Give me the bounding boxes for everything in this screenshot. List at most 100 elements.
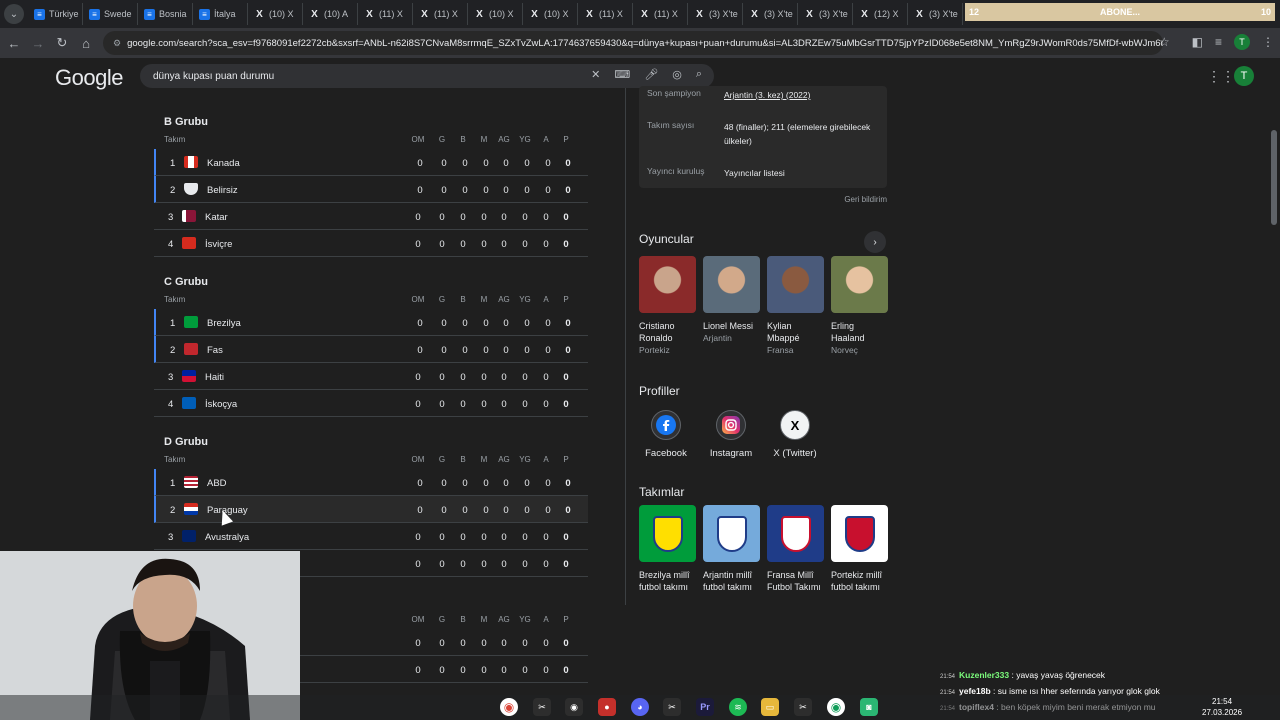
team-name[interactable]: İskoçya: [205, 399, 237, 410]
stat-yg: 0: [522, 239, 528, 250]
standings-header: Takım OM G B M AG YG A P: [154, 455, 588, 469]
info-value[interactable]: Arjantin (3. kez) (2022): [724, 88, 874, 102]
clear-icon[interactable]: ✕: [591, 68, 600, 81]
forward-arrow-icon[interactable]: →: [26, 36, 50, 51]
info-value[interactable]: Yayıncılar listesi: [724, 166, 874, 180]
standings-row[interactable]: 3 Haiti 0 0 0 0 0 0 0 0: [154, 363, 588, 390]
stat-m: 0: [481, 239, 487, 250]
browser-tab[interactable]: X (3) X'te: [798, 3, 853, 25]
stat-b: 0: [462, 185, 468, 196]
browser-tab[interactable]: X (11) X: [633, 3, 688, 25]
team-name[interactable]: Brezilya: [207, 318, 241, 329]
browser-tab[interactable]: ≡ Türkiye: [28, 3, 83, 25]
media-app-icon[interactable]: ●: [598, 698, 616, 716]
player-card[interactable]: Lionel Messi Arjantin: [703, 256, 760, 343]
standings-row[interactable]: 1 ABD 0 0 0 0 0 0 0 0: [154, 469, 588, 496]
team-name[interactable]: Haiti: [205, 372, 224, 383]
system-clock[interactable]: 21:54 27.03.2026: [1202, 696, 1242, 718]
profiles-title: Profiller: [639, 384, 680, 398]
standings-row[interactable]: 4 İsviçre 0 0 0 0 0 0 0 0: [154, 230, 588, 257]
search-query: dünya kupası puan durumu: [153, 70, 275, 82]
team-name[interactable]: Katar: [205, 212, 228, 223]
extensions-icon[interactable]: ◧: [1192, 35, 1203, 49]
spotify-icon[interactable]: ≋: [729, 698, 747, 716]
microphone-icon[interactable]: 🎤︎: [644, 68, 658, 81]
player-card[interactable]: Erling Haaland Norveç: [831, 256, 888, 355]
browser-tab[interactable]: ≡ İtalya: [193, 3, 248, 25]
address-bar[interactable]: ⚙ google.com/search?sca_esv=f9768091ef22…: [103, 31, 1163, 55]
standings-row[interactable]: 1 Brezilya 0 0 0 0 0 0 0 0: [154, 309, 588, 336]
chrome-icon[interactable]: ◉: [500, 698, 518, 716]
stat-a: 0: [545, 158, 551, 169]
browser-menu-icon[interactable]: ⋮: [1262, 35, 1274, 49]
browser-tab[interactable]: X (11) X: [578, 3, 633, 25]
player-card[interactable]: Kylian Mbappé Fransa: [767, 256, 824, 355]
chrome-active-icon[interactable]: ◉: [827, 698, 845, 716]
discord-icon[interactable]: ◕: [631, 698, 649, 716]
browser-tab[interactable]: X (10) X: [468, 3, 523, 25]
search-icon[interactable]: ⌕: [696, 68, 702, 81]
site-info-icon[interactable]: ⚙: [113, 38, 121, 49]
standings-row[interactable]: 2 Belirsiz 0 0 0 0 0 0 0 0: [154, 176, 588, 203]
keyboard-icon[interactable]: ⌨: [614, 68, 630, 81]
standings-row[interactable]: 3 Katar 0 0 0 0 0 0 0 0: [154, 203, 588, 230]
browser-tab[interactable]: X (3) X'te: [908, 3, 963, 25]
instagram-profile-link[interactable]: Instagram: [701, 410, 761, 459]
chevron-right-icon[interactable]: ›: [864, 231, 886, 253]
file-explorer-icon[interactable]: ▭: [761, 698, 779, 716]
players-title[interactable]: Oyuncular: [639, 232, 694, 246]
team-flag-icon: [184, 476, 198, 488]
google-account-avatar[interactable]: T: [1234, 66, 1254, 86]
premiere-icon[interactable]: Pr: [696, 698, 714, 716]
tab-search-icon[interactable]: ⌄: [4, 4, 24, 24]
google-logo[interactable]: Google: [55, 65, 123, 91]
standings-row[interactable]: 3 Avustralya 0 0 0 0 0 0 0 0: [154, 523, 588, 550]
feedback-link[interactable]: Geri bildirim: [844, 195, 887, 204]
standings-row[interactable]: 2 Fas 0 0 0 0 0 0 0 0: [154, 336, 588, 363]
player-card[interactable]: Cristiano Ronaldo Portekiz: [639, 256, 696, 355]
media-control-icon[interactable]: ≡: [1215, 35, 1222, 49]
browser-tab[interactable]: X (11) X: [358, 3, 413, 25]
obs-icon[interactable]: ◉: [565, 698, 583, 716]
browser-tab[interactable]: X (10) X: [248, 3, 303, 25]
home-icon[interactable]: ⌂: [74, 36, 98, 51]
team-card[interactable]: Brezilya millî futbol takımı: [639, 505, 696, 593]
team-name[interactable]: Fas: [207, 345, 223, 356]
team-column-header: Takım: [164, 455, 186, 464]
facebook-profile-link[interactable]: Facebook: [636, 410, 696, 459]
browser-tab[interactable]: X (12) X: [853, 3, 908, 25]
stat-yg: 0: [524, 318, 530, 329]
reload-icon[interactable]: ↻: [50, 35, 74, 51]
capcut-2-icon[interactable]: ✂: [663, 698, 681, 716]
capcut-3-icon[interactable]: ✂: [794, 698, 812, 716]
lens-icon[interactable]: ◎: [672, 68, 682, 81]
team-name[interactable]: Kanada: [207, 158, 240, 169]
browser-tab[interactable]: X (3) X'te: [688, 3, 743, 25]
streamlabs-icon[interactable]: ◙: [860, 698, 878, 716]
team-card[interactable]: Fransa Millî Futbol Takımı: [767, 505, 824, 593]
team-name[interactable]: Avustralya: [205, 532, 249, 543]
browser-tab[interactable]: X (10) X: [523, 3, 578, 25]
team-name[interactable]: ABD: [207, 478, 227, 489]
browser-tab[interactable]: ≡ Swede: [83, 3, 138, 25]
stat-ag: 0: [503, 318, 509, 329]
browser-tab[interactable]: ≡ Bosnia: [138, 3, 193, 25]
bookmark-star-icon[interactable]: ☆: [1159, 35, 1170, 49]
back-arrow-icon[interactable]: ←: [2, 36, 26, 51]
stat-p: 0: [563, 239, 569, 250]
standings-row[interactable]: 1 Kanada 0 0 0 0 0 0 0 0: [154, 149, 588, 176]
team-name[interactable]: Belirsiz: [207, 185, 238, 196]
page-scrollbar[interactable]: [1271, 130, 1277, 225]
capcut-icon[interactable]: ✂: [533, 698, 551, 716]
team-card[interactable]: Portekiz millî futbol takımı: [831, 505, 888, 593]
browser-tab[interactable]: X (11) X: [413, 3, 468, 25]
search-input[interactable]: dünya kupası puan durumu ✕ ⌨ 🎤︎ ◎ ⌕: [140, 64, 714, 88]
browser-tab[interactable]: X (10) A: [303, 3, 358, 25]
team-card[interactable]: Arjantin millî futbol takımı: [703, 505, 760, 593]
profile-avatar[interactable]: T: [1234, 34, 1250, 50]
browser-tab[interactable]: X (3) X'te: [743, 3, 798, 25]
team-flag-icon: [184, 343, 198, 355]
team-name[interactable]: İsviçre: [205, 239, 232, 250]
standings-row[interactable]: 4 İskoçya 0 0 0 0 0 0 0 0: [154, 390, 588, 417]
x-twitter-profile-link[interactable]: X X (Twitter): [765, 410, 825, 459]
